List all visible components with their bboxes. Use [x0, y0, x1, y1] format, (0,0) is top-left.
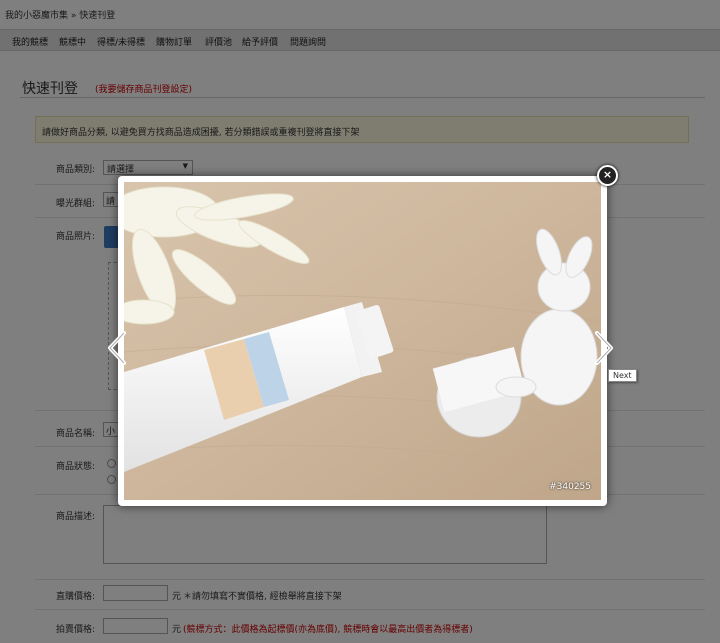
photo-id: #340255: [549, 482, 591, 492]
lightbox: #340255: [118, 176, 607, 506]
close-lightbox-button[interactable]: ×: [597, 165, 618, 186]
next-arrow-icon[interactable]: [593, 331, 615, 365]
close-icon: ×: [602, 168, 613, 181]
next-tooltip: Next: [608, 369, 637, 382]
product-photo: #340255: [124, 182, 601, 500]
product-photo-image: [124, 182, 601, 500]
prev-arrow-icon[interactable]: [106, 331, 128, 365]
